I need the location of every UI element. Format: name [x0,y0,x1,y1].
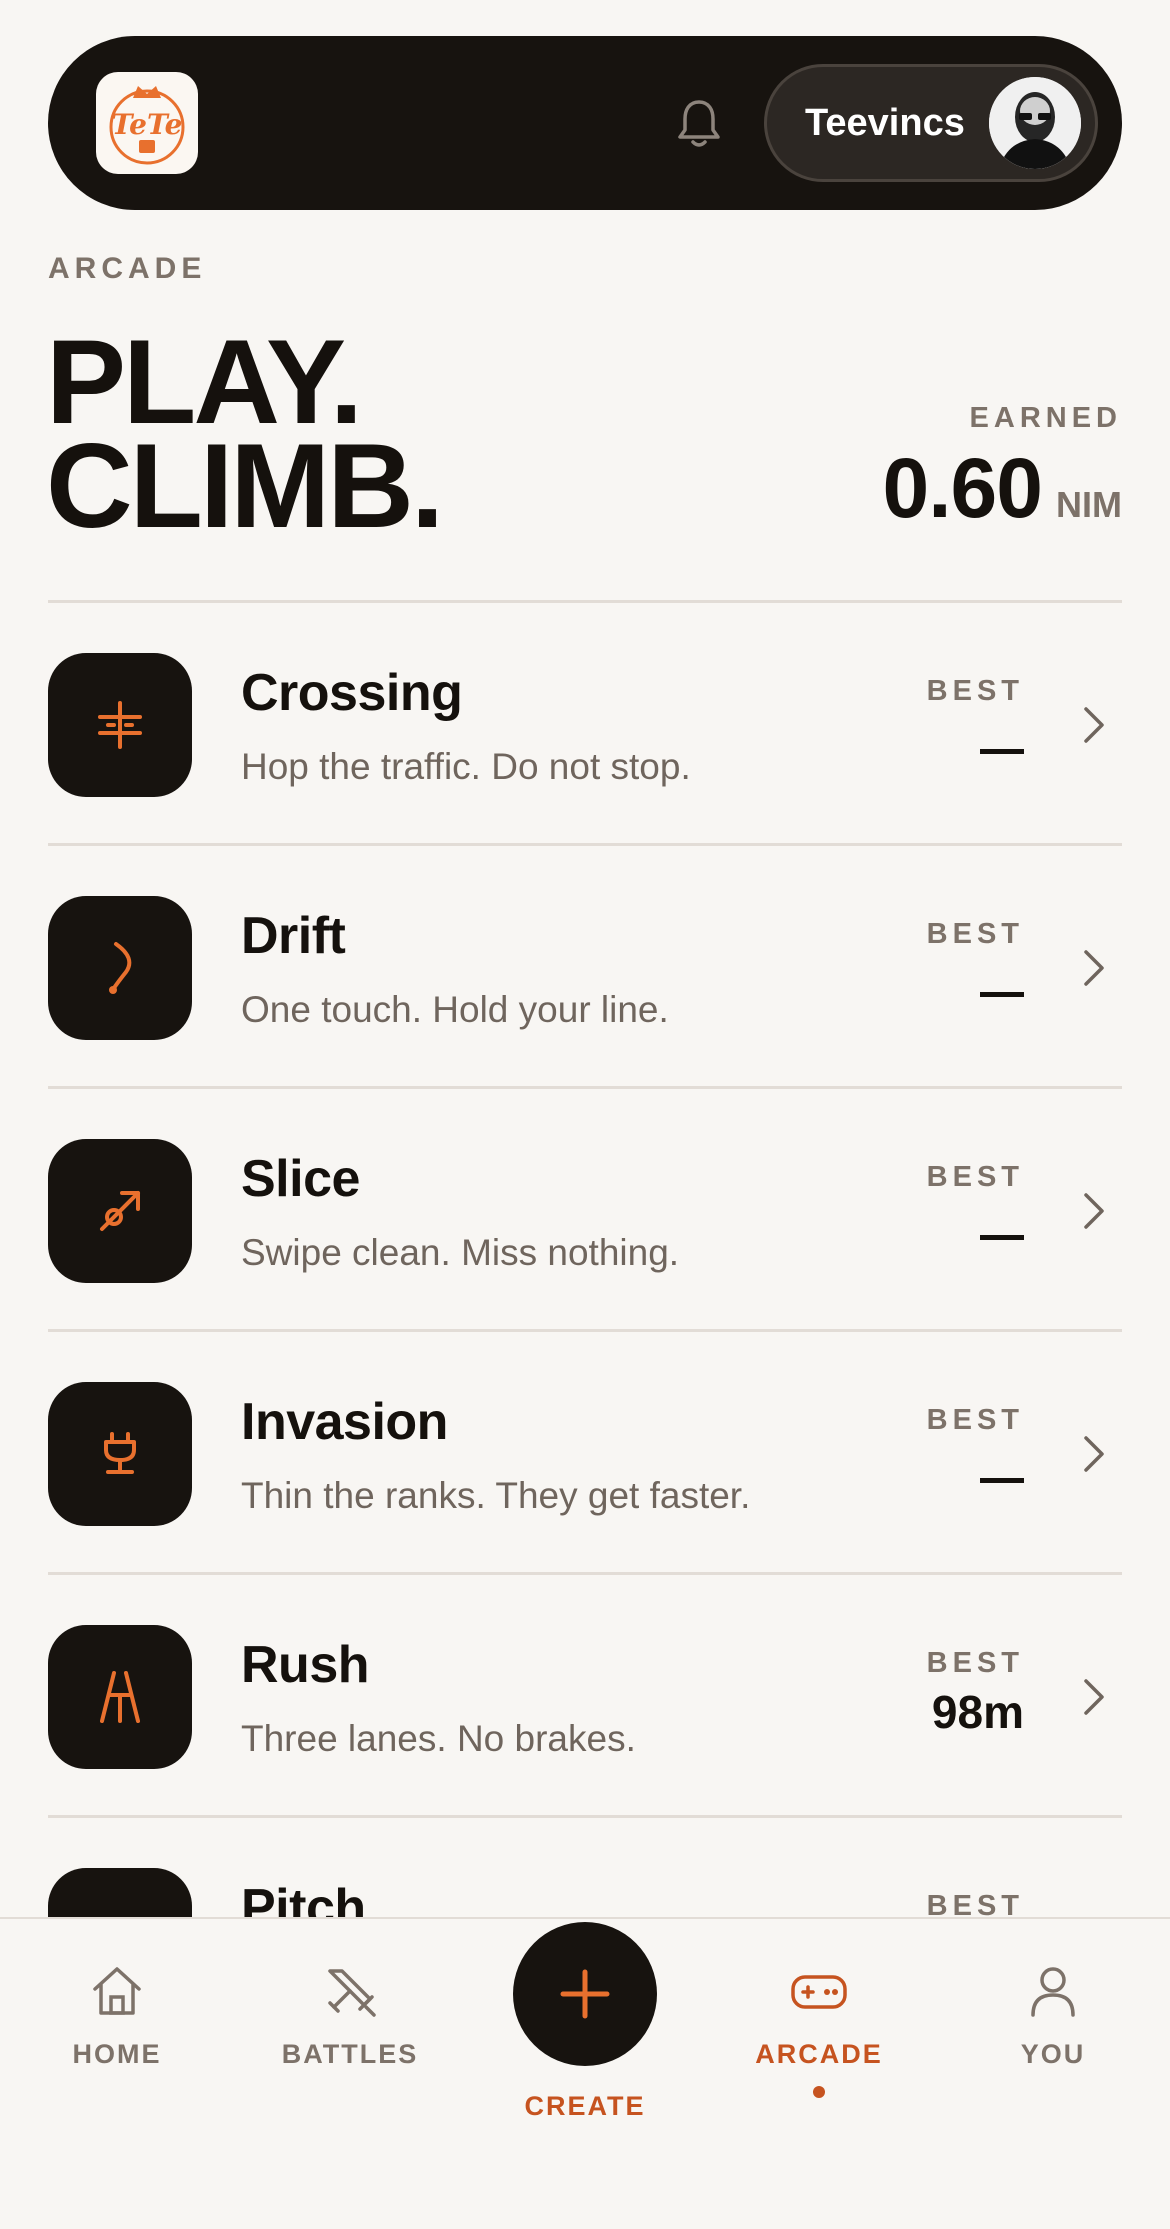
best-score-empty [980,1235,1024,1240]
chevron-right-icon [1084,1679,1104,1715]
game-name: Rush [241,1636,370,1694]
game-icon-tile [48,1868,192,1917]
best-label: BEST [926,1161,1024,1193]
crossing-icon [98,701,142,749]
top-bar: TeTe Teevincs [48,36,1122,210]
chevron-right-icon [1084,1193,1104,1229]
pitch-icon [88,1908,152,1917]
game-name: Pitch [241,1879,366,1917]
section-eyebrow: ARCADE [48,252,207,285]
best-label: BEST [926,1890,1024,1917]
gamepad-icon [791,1975,847,2009]
chevron-right-icon [1084,950,1104,986]
game-icon-tile [48,896,192,1040]
earned-value: 0.60 [882,441,1043,535]
swords-icon [328,1969,376,2017]
best-label: BEST [926,1647,1024,1679]
app-logo[interactable]: TeTe [96,72,198,174]
best-score-empty [980,992,1024,997]
invasion-icon [104,1432,136,1474]
bottom-navigation: HOME BATTLES CREATE ARCADE YOU [0,1917,1170,2229]
tete-logo-icon: TeTe [109,86,185,165]
game-description: Three lanes. No brakes. [241,1718,636,1759]
game-description: Swipe clean. Miss nothing. [241,1232,680,1273]
logo-text: TeTe [112,108,183,141]
game-icon-tile [48,1139,192,1283]
game-row-drift[interactable]: Drift One touch. Hold your line. BEST [48,846,1122,1089]
nav-home[interactable]: HOME [17,1961,217,2070]
game-row-invasion[interactable]: Invasion Thin the ranks. They get faster… [48,1332,1122,1575]
game-name: Slice [241,1150,360,1208]
game-name: Crossing [241,664,463,722]
game-icon-tile [48,1625,192,1769]
game-row-slice[interactable]: Slice Swipe clean. Miss nothing. BEST [48,1089,1122,1332]
home-icon [93,1967,141,2015]
game-icon-tile [48,1382,192,1526]
username: Teevincs [805,102,965,144]
game-list: Crossing Hop the traffic. Do not stop. B… [48,600,1122,1917]
best-label: BEST [926,1404,1024,1436]
avatar-portrait-icon [989,77,1081,169]
create-button[interactable] [513,1922,657,2066]
chevron-right-icon [1084,707,1104,743]
game-row-pitch[interactable]: Pitch BEST [48,1818,1122,1917]
earned-amount: 0.60 NIM [883,440,1123,537]
earned-unit: NIM [1056,484,1122,525]
rush-icon [100,1671,140,1723]
nav-you[interactable]: YOU [953,1961,1153,2070]
best-score-empty [980,1478,1024,1483]
nav-label: HOME [72,2039,162,2069]
nav-label: ARCADE [755,2039,883,2069]
user-icon [1031,1967,1075,2017]
slice-icon [100,1191,140,1231]
best-score-empty [980,749,1024,754]
notifications-button[interactable] [668,92,730,154]
earned-label: EARNED [969,402,1122,434]
nav-battles[interactable]: BATTLES [250,1961,450,2070]
avatar [989,77,1081,169]
bell-icon [678,100,720,147]
game-icon-tile [48,653,192,797]
game-description: Thin the ranks. They get faster. [241,1475,751,1516]
nav-arcade[interactable]: ARCADE [719,1961,919,2098]
best-score: 98m [931,1686,1024,1738]
chevron-right-icon [1084,1436,1104,1472]
game-description: Hop the traffic. Do not stop. [241,746,691,787]
nav-label: BATTLES [281,2039,419,2069]
best-label: BEST [926,675,1024,707]
active-indicator [813,2086,825,2098]
profile-button[interactable]: Teevincs [764,64,1098,182]
page-title: PLAY. CLIMB. [46,322,444,553]
game-description: One touch. Hold your line. [241,989,669,1030]
plus-icon [560,1969,610,2019]
create-label[interactable]: CREATE [485,2091,685,2122]
best-label: BEST [926,918,1024,950]
game-name: Drift [241,907,346,965]
game-row-rush[interactable]: Rush Three lanes. No brakes. BEST 98m [48,1575,1122,1818]
nav-label: YOU [1020,2039,1086,2069]
game-row-crossing[interactable]: Crossing Hop the traffic. Do not stop. B… [48,603,1122,846]
title-line-2: CLIMB. [46,419,444,553]
drift-icon [109,942,132,994]
game-name: Invasion [241,1393,448,1451]
